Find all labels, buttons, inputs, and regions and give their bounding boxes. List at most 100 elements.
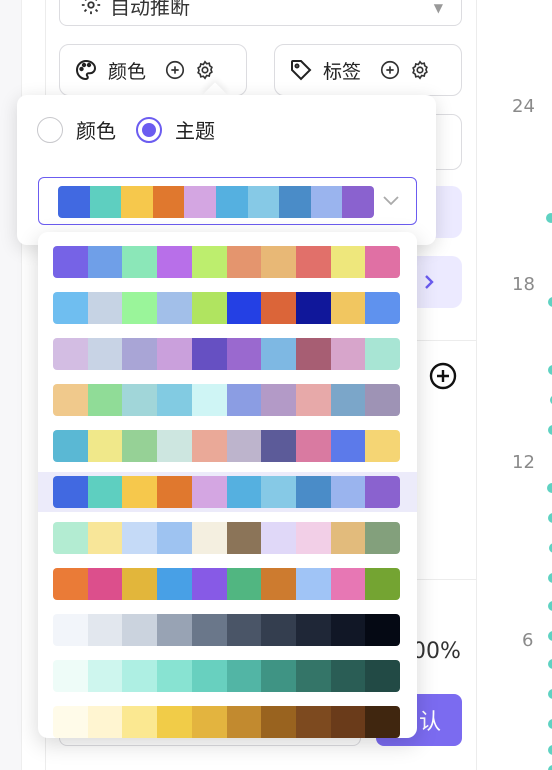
color-swatch — [89, 186, 122, 218]
gear-icon[interactable] — [409, 59, 431, 81]
color-swatch — [226, 660, 262, 692]
color-swatch — [261, 292, 296, 324]
color-swatch — [295, 430, 331, 462]
color-swatch — [191, 522, 227, 554]
color-swatch — [365, 292, 400, 324]
add-circle-icon[interactable] — [379, 59, 401, 81]
color-swatch — [365, 522, 400, 554]
color-swatch — [365, 384, 400, 416]
color-swatch — [87, 292, 123, 324]
color-swatch — [53, 292, 88, 324]
color-swatch — [330, 292, 366, 324]
axis-tick-label: 18 — [512, 274, 535, 295]
color-swatch — [157, 384, 192, 416]
chevron-right-icon — [425, 275, 434, 289]
color-swatch — [295, 384, 331, 416]
palette-option[interactable] — [38, 518, 417, 558]
color-swatch — [122, 614, 158, 646]
color-swatch — [330, 476, 366, 508]
color-swatch — [295, 476, 331, 508]
color-swatch — [191, 476, 227, 508]
palette-option[interactable] — [38, 380, 417, 420]
palette-dropdown-list — [38, 232, 417, 738]
color-swatch — [122, 476, 158, 508]
add-circle-icon[interactable] — [164, 59, 186, 81]
palette-option[interactable] — [38, 472, 417, 512]
add-circle-icon[interactable] — [428, 361, 458, 391]
palette-option[interactable] — [38, 426, 417, 466]
palette-swatch-strip — [53, 660, 400, 692]
palette-option[interactable] — [38, 702, 417, 738]
color-swatch — [330, 384, 366, 416]
color-swatch — [87, 430, 123, 462]
color-swatch — [87, 384, 123, 416]
color-swatch — [365, 660, 400, 692]
color-swatch — [226, 430, 262, 462]
chart-point — [548, 765, 552, 770]
color-swatch — [261, 476, 296, 508]
color-swatch — [261, 568, 296, 600]
radio-theme-label[interactable]: 主题 — [175, 115, 215, 144]
chart-point — [548, 601, 552, 611]
palette-option[interactable] — [38, 564, 417, 604]
chart-point — [546, 213, 552, 223]
color-swatch — [191, 246, 227, 278]
color-swatch — [295, 246, 331, 278]
chart-point — [548, 513, 552, 523]
color-swatch — [53, 338, 88, 370]
color-swatch — [122, 568, 158, 600]
axis-tick-label: 6 — [522, 630, 534, 651]
color-swatch — [122, 338, 158, 370]
radio-theme[interactable] — [136, 116, 162, 143]
color-swatch — [261, 338, 296, 370]
palette-option[interactable] — [38, 656, 417, 696]
tag-field-chip[interactable]: 标签 — [274, 44, 462, 96]
theme-palette-select[interactable] — [38, 177, 417, 225]
radio-color-label[interactable]: 颜色 — [76, 115, 116, 144]
color-swatch — [122, 522, 158, 554]
palette-swatch-strip — [53, 246, 400, 278]
color-swatch — [279, 186, 311, 218]
color-swatch — [157, 614, 192, 646]
color-swatch — [122, 430, 158, 462]
color-swatch — [53, 384, 88, 416]
color-swatch — [191, 430, 227, 462]
color-swatch — [157, 430, 192, 462]
chevron-down-icon: ▼ — [433, 1, 443, 15]
gear-icon — [81, 0, 101, 15]
color-chip-label: 颜色 — [108, 60, 147, 83]
chart-point — [548, 297, 552, 307]
color-swatch — [310, 186, 343, 218]
color-swatch — [191, 614, 227, 646]
color-swatch — [330, 522, 366, 554]
palette-swatch-strip — [53, 292, 400, 324]
gear-icon[interactable] — [194, 59, 216, 81]
palette-option[interactable] — [38, 288, 417, 328]
color-swatch — [191, 706, 227, 738]
palette-option[interactable] — [38, 242, 417, 282]
color-swatch — [261, 660, 296, 692]
color-swatch — [295, 660, 331, 692]
color-swatch — [191, 292, 227, 324]
color-swatch — [215, 186, 248, 218]
color-swatch — [122, 660, 158, 692]
color-swatch — [330, 568, 366, 600]
color-swatch — [122, 706, 158, 738]
radio-color[interactable] — [37, 116, 63, 143]
color-swatch — [53, 430, 88, 462]
color-swatch — [157, 568, 192, 600]
palette-option[interactable] — [38, 610, 417, 650]
axis-tick-label: 24 — [512, 96, 535, 117]
palette-icon — [76, 59, 97, 81]
palette-swatch-strip — [53, 706, 400, 738]
auto-infer-select[interactable]: 自动推断 ▼ — [59, 0, 462, 26]
color-swatch — [330, 706, 366, 738]
color-swatch — [295, 522, 331, 554]
color-swatch — [365, 568, 400, 600]
color-swatch — [122, 246, 158, 278]
palette-option[interactable] — [38, 334, 417, 374]
color-swatch — [365, 338, 400, 370]
color-swatch — [295, 614, 331, 646]
color-swatch — [191, 338, 227, 370]
color-swatch — [58, 186, 90, 218]
